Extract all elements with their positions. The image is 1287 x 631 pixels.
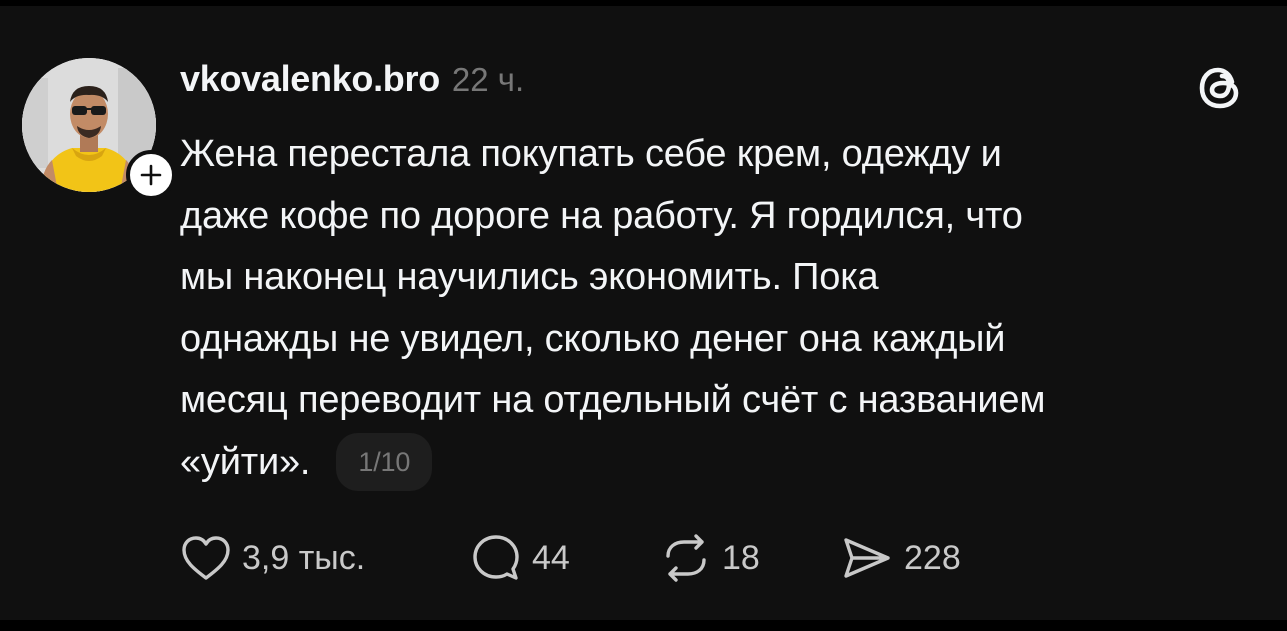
post-text-line: однажды не увидел, сколько денег она каж… [180,317,1006,360]
post-text-line: месяц переводит на отдельный счёт с назв… [180,379,1046,421]
post-text-line: даже кофе по дороге на работу. Я гордилс… [180,194,1023,237]
post-text-last-line: «уйти». 1/10 [180,432,1260,494]
carousel-counter-badge: 1/10 [336,433,433,492]
repost-icon [666,534,706,582]
heart-icon [182,536,230,580]
post-text-line: мы наконец научились экономить. Пока [180,256,879,298]
repost-count: 18 [722,538,760,577]
avatar-container[interactable] [22,58,176,200]
comment-button[interactable]: 44 [470,530,570,586]
share-button[interactable]: 228 [840,530,961,586]
post-text-line: «уйти». [180,440,311,483]
repost-button[interactable]: 18 [660,530,760,586]
comment-count: 44 [532,538,570,577]
comment-bubble-icon [473,535,519,580]
username[interactable]: vkovalenko.bro [180,58,440,100]
send-icon [844,538,890,578]
like-button[interactable]: 3,9 тыс. [180,530,365,586]
post-timestamp[interactable]: 22 ч. [452,61,524,99]
like-count: 3,9 тыс. [242,538,366,577]
share-count: 228 [904,538,961,577]
post-card[interactable]: vkovalenko.bro 22 ч. Жена перестала поку… [0,6,1287,620]
divider [0,620,1287,631]
post-header: vkovalenko.bro 22 ч. [180,58,524,102]
follow-button[interactable] [126,150,176,200]
plus-icon [140,164,162,186]
post-text-line: Жена перестала покупать себе крем, одежд… [180,133,1002,175]
threads-logo-icon[interactable] [1194,62,1246,114]
post-body: Жена перестала покупать себе крем, одежд… [180,124,1260,493]
action-bar: 3,9 тыс. 44 18 228 [180,530,1080,586]
